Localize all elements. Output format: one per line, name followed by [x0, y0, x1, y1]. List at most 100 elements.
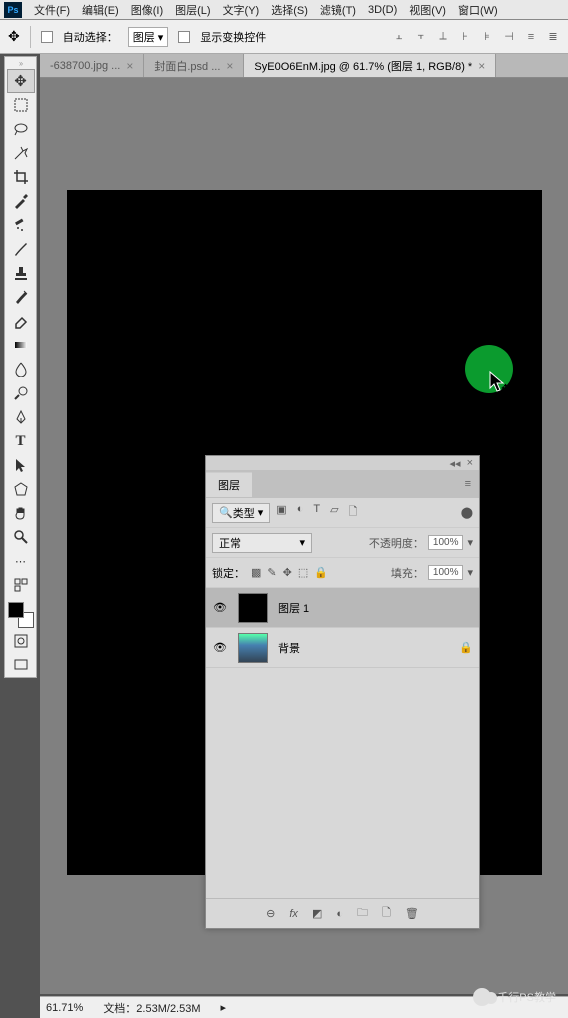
shape-filter-icon[interactable]: ▱: [330, 503, 338, 522]
type-filter-icon[interactable]: T: [313, 503, 320, 522]
layer-thumbnail[interactable]: [238, 593, 268, 623]
ellipsis-icon[interactable]: ⋯: [7, 549, 35, 573]
close-icon[interactable]: ×: [126, 59, 133, 73]
type-tool[interactable]: T: [7, 429, 35, 453]
doc-size[interactable]: 文档：2.53M/2.53M: [103, 1000, 200, 1016]
layers-tab[interactable]: 图层: [206, 472, 252, 497]
cursor-icon: ✥: [488, 370, 508, 397]
fill-input[interactable]: 100%: [428, 565, 464, 580]
chevron-right-icon[interactable]: ▸: [221, 1001, 227, 1014]
path-select-tool[interactable]: [7, 453, 35, 477]
heal-tool[interactable]: [7, 213, 35, 237]
blur-tool[interactable]: [7, 357, 35, 381]
menu-select[interactable]: 选择(S): [265, 0, 314, 20]
lock-all-icon[interactable]: 🔒: [314, 566, 328, 579]
history-brush-tool[interactable]: [7, 285, 35, 309]
filter-toggle-icon[interactable]: ⬤: [461, 506, 473, 519]
new-layer-icon[interactable]: 🗋: [382, 904, 391, 923]
crop-tool[interactable]: [7, 165, 35, 189]
delete-icon[interactable]: 🗑: [405, 907, 419, 920]
menu-window[interactable]: 窗口(W): [452, 0, 504, 20]
wand-tool[interactable]: [7, 141, 35, 165]
filter-icons: ▣ ◐ T ▱ 🗋: [276, 503, 357, 522]
menu-file[interactable]: 文件(F): [28, 0, 76, 20]
align-bottom-icon[interactable]: ⟂: [436, 30, 450, 44]
layer-row[interactable]: 👁 图层 1: [206, 588, 479, 628]
close-icon[interactable]: ×: [478, 59, 485, 73]
layer-name[interactable]: 图层 1: [278, 600, 309, 616]
menu-view[interactable]: 视图(V): [403, 0, 452, 20]
auto-select-label: 自动选择：: [63, 29, 118, 45]
align-right-icon[interactable]: ⊣: [502, 30, 516, 44]
close-icon[interactable]: ×: [467, 457, 473, 469]
layer-name[interactable]: 背景: [278, 640, 300, 656]
mask-icon[interactable]: ◩: [312, 907, 322, 920]
show-transform-label: 显示变换控件: [200, 29, 266, 45]
fx-icon[interactable]: fx: [289, 908, 298, 920]
marquee-tool[interactable]: [7, 93, 35, 117]
gradient-tool[interactable]: [7, 333, 35, 357]
auto-select-checkbox[interactable]: [41, 31, 53, 43]
tab-doc1[interactable]: -638700.jpg ...×: [40, 54, 144, 77]
adjustment-icon[interactable]: ◐: [336, 908, 343, 920]
distribute-icon[interactable]: ≡: [524, 30, 538, 44]
layer-thumbnail[interactable]: [238, 633, 268, 663]
align-top-icon[interactable]: ⫠: [392, 30, 406, 44]
dropdown-icon[interactable]: ▾: [467, 566, 473, 579]
visibility-icon[interactable]: 👁: [212, 601, 228, 614]
lock-artboard-icon[interactable]: ⬚: [298, 566, 308, 579]
toolbox: ›› ✥ T ⋯: [4, 56, 37, 678]
edit-toolbar-icon[interactable]: [7, 573, 35, 597]
lock-trans-icon[interactable]: ▩: [251, 566, 261, 579]
shape-tool[interactable]: [7, 477, 35, 501]
target-select[interactable]: 图层 ▾: [128, 27, 169, 47]
align-vcenter-icon[interactable]: ⫟: [414, 30, 428, 44]
dodge-tool[interactable]: [7, 381, 35, 405]
tab-doc2[interactable]: 封面白.psd ...×: [144, 54, 244, 77]
pen-tool[interactable]: [7, 405, 35, 429]
pixel-filter-icon[interactable]: ▣: [276, 503, 286, 522]
quickmask-icon[interactable]: [7, 629, 35, 653]
dropdown-icon[interactable]: ▾: [467, 536, 473, 549]
screenmode-icon[interactable]: [7, 653, 35, 677]
menu-edit[interactable]: 编辑(E): [76, 0, 125, 20]
zoom-tool[interactable]: [7, 525, 35, 549]
collapse-icon[interactable]: ◂◂: [450, 457, 461, 470]
align-hcenter-icon[interactable]: ⊧: [480, 30, 494, 44]
tab-doc3[interactable]: SyE0O6EnM.jpg @ 61.7% (图层 1, RGB/8) *×: [244, 54, 496, 77]
smart-filter-icon[interactable]: 🗋: [349, 503, 358, 522]
hand-tool[interactable]: [7, 501, 35, 525]
zoom-value[interactable]: 61.71%: [46, 1002, 83, 1014]
layer-row[interactable]: 👁 背景 🔒: [206, 628, 479, 668]
show-transform-checkbox[interactable]: [178, 31, 190, 43]
panel-menu-icon[interactable]: ≡: [465, 478, 471, 490]
grip-icon[interactable]: ››: [5, 59, 36, 69]
menu-layer[interactable]: 图层(L): [169, 0, 216, 20]
eyedropper-tool[interactable]: [7, 189, 35, 213]
close-icon[interactable]: ×: [226, 59, 233, 73]
group-icon[interactable]: 🗀: [357, 904, 368, 923]
brush-tool[interactable]: [7, 237, 35, 261]
adjust-filter-icon[interactable]: ◐: [297, 503, 304, 522]
menu-3d[interactable]: 3D(D): [362, 2, 403, 18]
visibility-icon[interactable]: 👁: [212, 641, 228, 654]
menu-filter[interactable]: 滤镜(T): [314, 0, 362, 20]
menu-type[interactable]: 文字(Y): [217, 0, 266, 20]
eraser-tool[interactable]: [7, 309, 35, 333]
panel-tabs: 图层 ≡: [206, 470, 479, 498]
color-swatches[interactable]: [7, 601, 35, 629]
menu-image[interactable]: 图像(I): [125, 0, 169, 20]
lock-pos-icon[interactable]: ✥: [283, 566, 292, 579]
filter-select[interactable]: 🔍 类型 ▾: [212, 503, 270, 523]
distribute2-icon[interactable]: ≣: [546, 30, 560, 44]
lock-paint-icon[interactable]: ✎: [267, 566, 276, 579]
layers-panel[interactable]: ◂◂ × 图层 ≡ 🔍 类型 ▾ ▣ ◐ T ▱ 🗋 ⬤ 正常▾ 不透明度： 1…: [205, 455, 480, 929]
stamp-tool[interactable]: [7, 261, 35, 285]
lasso-tool[interactable]: [7, 117, 35, 141]
link-icon[interactable]: ⊖: [266, 907, 275, 920]
blend-select[interactable]: 正常▾: [212, 533, 312, 553]
align-left-icon[interactable]: ⊦: [458, 30, 472, 44]
move-tool[interactable]: ✥: [7, 69, 35, 93]
fg-color[interactable]: [8, 602, 24, 618]
opacity-input[interactable]: 100%: [428, 535, 464, 550]
